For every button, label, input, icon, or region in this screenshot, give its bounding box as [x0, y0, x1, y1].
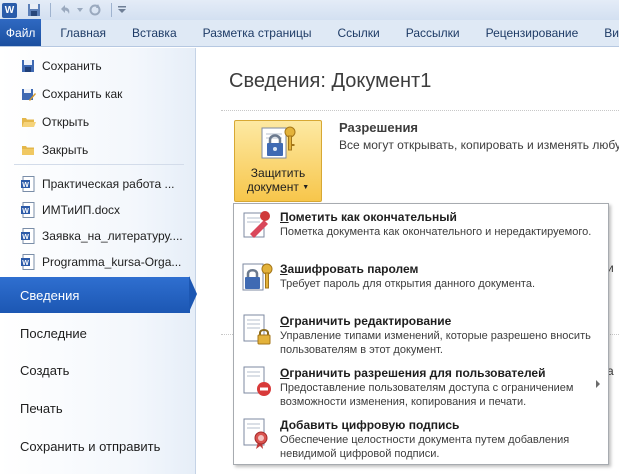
- accelerator-key: О: [280, 366, 290, 380]
- restrict-permission-icon: [243, 366, 271, 396]
- menu-item-description: Пометка документа как окончательного и н…: [280, 226, 592, 238]
- menu-item-title: Добавить цифровую подпись: [280, 418, 459, 432]
- svg-text:W: W: [22, 260, 29, 267]
- toolbar-separator: [111, 3, 112, 17]
- open-folder-icon: [20, 114, 36, 130]
- close-folder-icon: [20, 142, 36, 158]
- word-app-icon[interactable]: W: [2, 2, 17, 18]
- section-new[interactable]: Создать: [0, 352, 196, 388]
- mark-final-icon: [243, 211, 270, 238]
- menu-item-mark-as-final[interactable]: Пометить как окончательный Пометка докум…: [234, 204, 608, 256]
- menu-item-title: Ограничить разрешения для пользователей: [280, 366, 545, 380]
- recent-document[interactable]: W Практическая работа ...: [0, 170, 194, 198]
- menu-item-encrypt-with-password[interactable]: Зашифровать паролем Требует пароль для о…: [234, 256, 608, 308]
- accelerator-key: П: [280, 210, 289, 224]
- tab-review[interactable]: Рецензирование: [473, 19, 592, 46]
- dropdown-arrow-icon: ▼: [302, 184, 310, 191]
- recent-document-label: Практическая работа ...: [42, 177, 175, 191]
- redo-icon[interactable]: [86, 2, 104, 18]
- toolbar-separator: [50, 3, 51, 17]
- menu-item-title: Пометить как окончательный: [280, 210, 457, 224]
- tab-home[interactable]: Главная: [47, 19, 119, 46]
- tab-view[interactable]: Ви: [591, 19, 619, 46]
- close-command-label: Закрыть: [42, 143, 89, 157]
- restrict-editing-icon: [243, 314, 271, 345]
- section-info[interactable]: Сведения: [0, 277, 190, 313]
- protect-document-icon: [261, 126, 296, 159]
- backstage-nav: Сохранить Сохранить как Открыть Закрыть …: [0, 48, 196, 474]
- divider: [221, 110, 619, 111]
- protect-document-label-line2: документ: [246, 180, 299, 195]
- protect-document-menu: Пометить как окончательный Пометка докум…: [233, 203, 609, 465]
- accelerator-key: Д: [280, 418, 289, 432]
- recent-document[interactable]: W ИМТиИП.docx: [0, 196, 194, 224]
- menu-item-title-rest: граничить разрешения для пользователей: [289, 366, 546, 380]
- accelerator-key: О: [280, 314, 290, 328]
- tab-references[interactable]: Ссылки: [325, 19, 393, 46]
- permissions-description: Все могут открывать, копировать и изменя…: [339, 138, 619, 152]
- menu-item-description: Требует пароль для открытия данного доку…: [280, 278, 536, 290]
- section-save-and-send[interactable]: Сохранить и отправить: [0, 428, 196, 464]
- menu-item-title: Зашифровать паролем: [280, 262, 418, 276]
- protect-document-label: Защитить документ ▼: [247, 166, 309, 195]
- section-print[interactable]: Печать: [0, 390, 196, 426]
- svg-text:W: W: [22, 208, 29, 215]
- tab-file[interactable]: Файл: [0, 19, 42, 46]
- protect-document-button[interactable]: Защитить документ ▼: [234, 120, 322, 202]
- menu-item-description: Обеспечение целостности документа путем …: [280, 434, 570, 460]
- menu-item-title-rest: ашифровать паролем: [287, 262, 419, 276]
- save-as-command-label: Сохранить как: [42, 87, 123, 101]
- menu-item-title-rest: граничить редактирование: [289, 314, 452, 328]
- menu-item-restrict-permission[interactable]: Ограничить разрешения для пользователей …: [234, 360, 608, 412]
- page-title: Сведения: Документ1: [229, 70, 432, 92]
- menu-item-title-rest: ометить как окончательный: [288, 210, 457, 224]
- menu-item-title: Ограничить редактирование: [280, 314, 451, 328]
- menu-item-add-digital-signature[interactable]: Добавить цифровую подпись Обеспечение це…: [234, 412, 608, 464]
- recent-document-label: Заявка_на_литературу....: [42, 229, 183, 243]
- word-document-icon: W: [20, 202, 36, 218]
- save-command[interactable]: Сохранить: [0, 52, 194, 80]
- word-document-icon: W: [20, 228, 36, 244]
- word-document-icon: W: [20, 176, 36, 192]
- tab-mailings[interactable]: Рассылки: [393, 19, 473, 46]
- save-command-label: Сохранить: [42, 59, 102, 73]
- tab-insert[interactable]: Вставка: [119, 19, 190, 46]
- permissions-heading: Разрешения: [339, 120, 419, 135]
- word-document-icon: W: [20, 254, 36, 270]
- save-as-icon: [20, 86, 36, 102]
- digital-signature-icon: [243, 418, 268, 449]
- save-icon: [20, 58, 36, 74]
- quick-access-toolbar: W: [0, 0, 619, 20]
- divider: [14, 164, 184, 165]
- undo-icon[interactable]: [56, 2, 74, 18]
- open-command-label: Открыть: [42, 115, 90, 129]
- save-icon[interactable]: [25, 2, 43, 18]
- customize-toolbar-icon[interactable]: [117, 2, 127, 18]
- undo-dropdown-icon[interactable]: [76, 2, 84, 18]
- menu-item-description: Предоставление пользователям доступа с о…: [280, 382, 574, 408]
- recent-document-label: Programma_kursa-Orga...: [42, 255, 182, 269]
- submenu-arrow-icon: [596, 380, 600, 388]
- recent-document[interactable]: W Заявка_на_литературу....: [0, 222, 194, 250]
- tab-page-layout[interactable]: Разметка страницы: [190, 19, 325, 46]
- close-command[interactable]: Закрыть: [0, 136, 194, 164]
- accelerator-key: З: [280, 262, 288, 276]
- save-as-command[interactable]: Сохранить как: [0, 80, 194, 108]
- recent-document[interactable]: W Programma_kursa-Orga...: [0, 248, 194, 276]
- ribbon-tabs: Файл Главная Вставка Разметка страницы С…: [0, 19, 619, 47]
- svg-text:W: W: [22, 182, 29, 189]
- section-recent[interactable]: Последние: [0, 315, 196, 351]
- menu-item-description: Управление типами изменений, которые раз…: [280, 330, 591, 356]
- menu-item-restrict-editing[interactable]: Ограничить редактирование Управление тип…: [234, 308, 608, 360]
- menu-item-title-rest: обавить цифровую подпись: [288, 418, 460, 432]
- selected-section-pointer: [189, 276, 197, 312]
- svg-text:W: W: [22, 234, 29, 241]
- protect-document-label-line1: Защитить: [250, 166, 306, 181]
- encrypt-lock-icon: [242, 263, 273, 291]
- recent-document-label: ИМТиИП.docx: [42, 203, 121, 217]
- open-command[interactable]: Открыть: [0, 108, 194, 136]
